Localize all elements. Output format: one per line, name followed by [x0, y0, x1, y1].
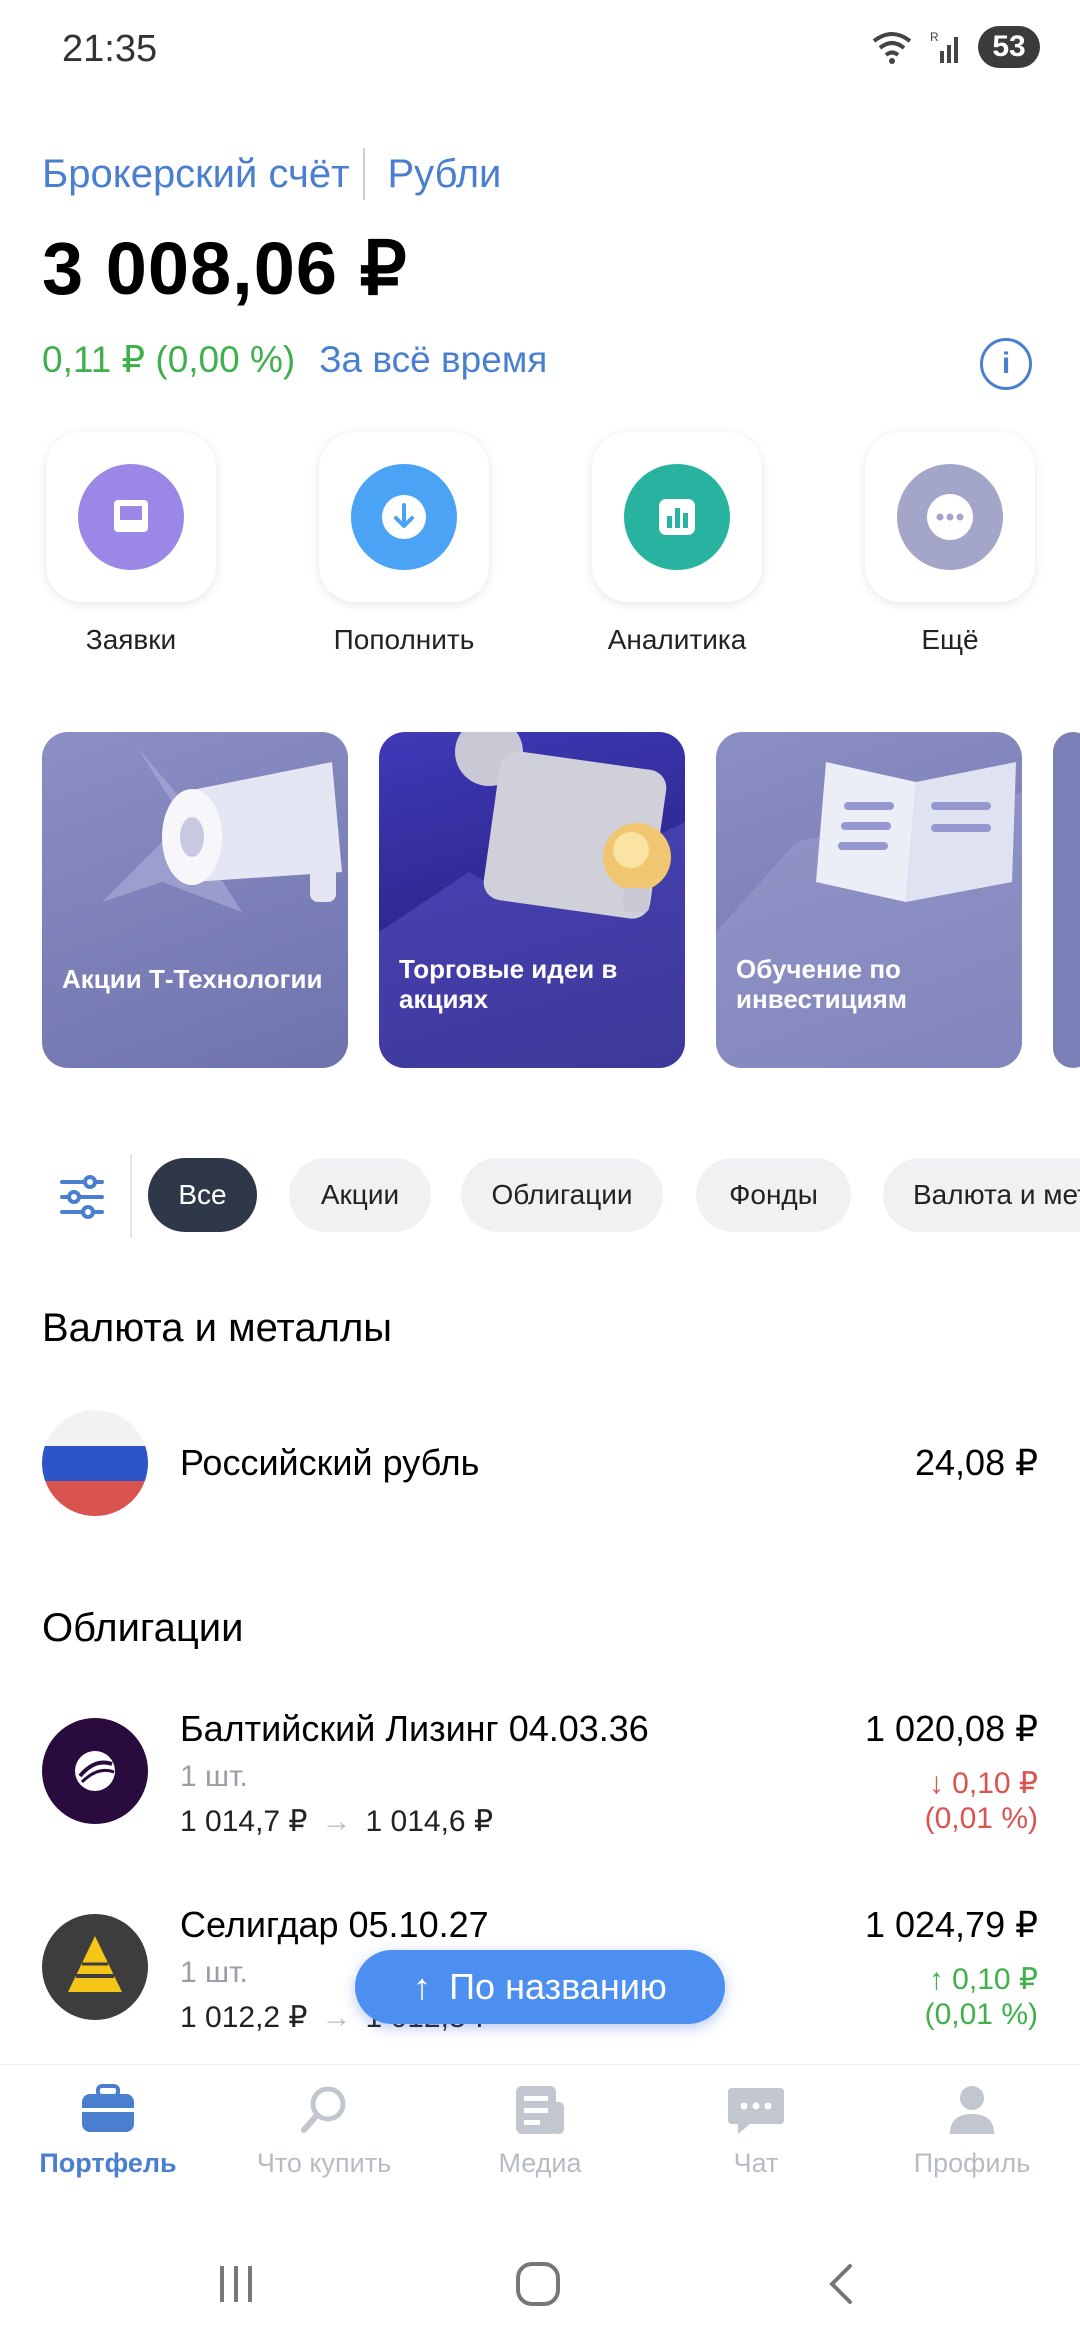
filter-chip-stocks[interactable]: Акции [289, 1158, 431, 1232]
battery-indicator: 53 [978, 26, 1040, 68]
arrow-up-icon: ↑ [413, 1966, 432, 2007]
signal-icon: R [930, 30, 958, 63]
lightbulb-icon [379, 732, 685, 1068]
recent-apps-icon[interactable] [214, 2262, 258, 2306]
nav-item-chat[interactable]: Чат [648, 2084, 864, 2179]
pnl-row: 0,11 ₽ (0,00 %) За всё время [42, 338, 547, 381]
orders-label: Заявки [85, 624, 177, 655]
bond-change-percent: (0,01 %) [924, 1998, 1038, 2031]
portfolio-balance: 3 008,06 ₽ [42, 227, 408, 310]
chat-icon [728, 2088, 784, 2134]
book-icon [716, 762, 1022, 1068]
promo-card[interactable]: Обучение по инвестициям [716, 732, 1022, 1068]
bond-price-range: 1 014,7 ₽ → 1 014,6 ₽ [180, 1804, 493, 1839]
pnl-value: 0,11 ₽ (0,00 %) [42, 339, 296, 380]
nav-item-media[interactable]: Медиа [432, 2084, 648, 2179]
list-item[interactable]: Российский рубль 24,08 ₽ [0, 1400, 1080, 1524]
promo-card[interactable]: Торговые идеи в акциях [379, 732, 685, 1068]
sort-label: По названию [449, 1966, 667, 2007]
seligdar-logo-icon [42, 1914, 148, 2020]
home-icon[interactable] [514, 2262, 562, 2306]
filter-chip-bonds[interactable]: Облигации [461, 1158, 663, 1232]
more-icon [897, 464, 1003, 570]
deposit-button[interactable] [319, 432, 489, 602]
sort-by-name-button[interactable]: ↑ По названию [355, 1950, 725, 2024]
nav-label: Чат [733, 2148, 779, 2178]
currency-name[interactable]: Рубли [387, 152, 501, 197]
orders-icon [78, 464, 184, 570]
promo-text: Торговые идеи в акциях [399, 954, 618, 1014]
deposit-label: Пополнить [333, 624, 475, 655]
bond-quantity: 1 шт. [180, 1956, 248, 1989]
analytics-button[interactable] [592, 432, 762, 602]
promo-text: Обучение по инвестициям [736, 954, 907, 1014]
nav-item-what-to-buy[interactable]: Что купить [216, 2084, 432, 2179]
nav-label: Портфель [39, 2148, 177, 2178]
bond-value: 1 024,79 ₽ [864, 1904, 1038, 1945]
filter-chip-all[interactable]: Все [148, 1158, 257, 1232]
info-icon[interactable]: i [980, 338, 1032, 390]
promo-card[interactable]: Акции Т‑Технологии [42, 732, 348, 1068]
analytics-icon [624, 464, 730, 570]
arrow-right-icon: → [321, 2000, 352, 2034]
bond-value: 1 020,08 ₽ [864, 1708, 1038, 1749]
filter-divider [130, 1154, 132, 1238]
filter-chip-funds[interactable]: Фонды [696, 1158, 851, 1232]
briefcase-icon [82, 2084, 134, 2132]
orders-button[interactable] [46, 432, 216, 602]
nav-label: Медиа [498, 2148, 582, 2178]
price-from: 1 014,7 ₽ [180, 1805, 308, 1838]
arrow-right-icon: → [321, 1804, 352, 1838]
asset-name: Российский рубль [180, 1442, 480, 1483]
nav-item-portfolio[interactable]: Портфель [0, 2084, 216, 2179]
more-label: Ещё [921, 624, 979, 655]
status-icons: R 53 [870, 26, 1040, 68]
account-divider [363, 148, 366, 200]
bond-quantity: 1 шт. [180, 1760, 248, 1793]
account-selector[interactable]: Брокерский счёт Рубли [42, 148, 501, 200]
price-to: 1 014,6 ₽ [365, 1805, 494, 1838]
bond-name: Селигдар 05.10.27 [180, 1904, 489, 1945]
account-name[interactable]: Брокерский счёт [42, 152, 349, 197]
bond-name: Балтийский Лизинг 04.03.36 [180, 1708, 649, 1749]
section-title-bonds: Облигации [42, 1606, 244, 1650]
bond-change: ↑ 0,10 ₽ [928, 1963, 1038, 1996]
megaphone-icon [102, 747, 342, 912]
baltic-leasing-logo-icon [42, 1718, 148, 1824]
analytics-label: Аналитика [607, 624, 747, 655]
search-icon [301, 2086, 346, 2133]
russia-flag-icon [42, 1410, 148, 1516]
deposit-icon [351, 464, 457, 570]
price-from: 1 012,2 ₽ [180, 2001, 308, 2034]
svg-text:R: R [930, 30, 939, 44]
status-time: 21:35 [62, 28, 158, 70]
nav-item-profile[interactable]: Профиль [864, 2084, 1080, 2179]
more-button[interactable] [865, 432, 1035, 602]
promo-text: Акции Т‑Технологии [62, 964, 323, 994]
asset-value: 24,08 ₽ [915, 1442, 1038, 1483]
section-title-currency: Валюта и металлы [42, 1306, 393, 1350]
nav-label: Профиль [913, 2148, 1031, 2178]
bond-change: ↓ 0,10 ₽ [928, 1767, 1038, 1800]
profile-icon [950, 2086, 994, 2134]
newspaper-icon [516, 2086, 564, 2134]
table-row[interactable]: Балтийский Лизинг 04.03.36 1 шт. 1 014,7… [0, 1700, 1080, 1850]
filter-chip-currency[interactable]: Валюта и мет [883, 1158, 1080, 1232]
back-icon[interactable] [822, 2262, 862, 2306]
nav-label: Что купить [256, 2148, 392, 2178]
wifi-icon [872, 32, 912, 64]
promo-card-partial[interactable] [1053, 732, 1080, 1068]
pnl-period-selector[interactable]: За всё время [319, 339, 547, 381]
bond-change-percent: (0,01 %) [924, 1802, 1038, 1835]
filter-settings-icon[interactable] [58, 1174, 106, 1220]
